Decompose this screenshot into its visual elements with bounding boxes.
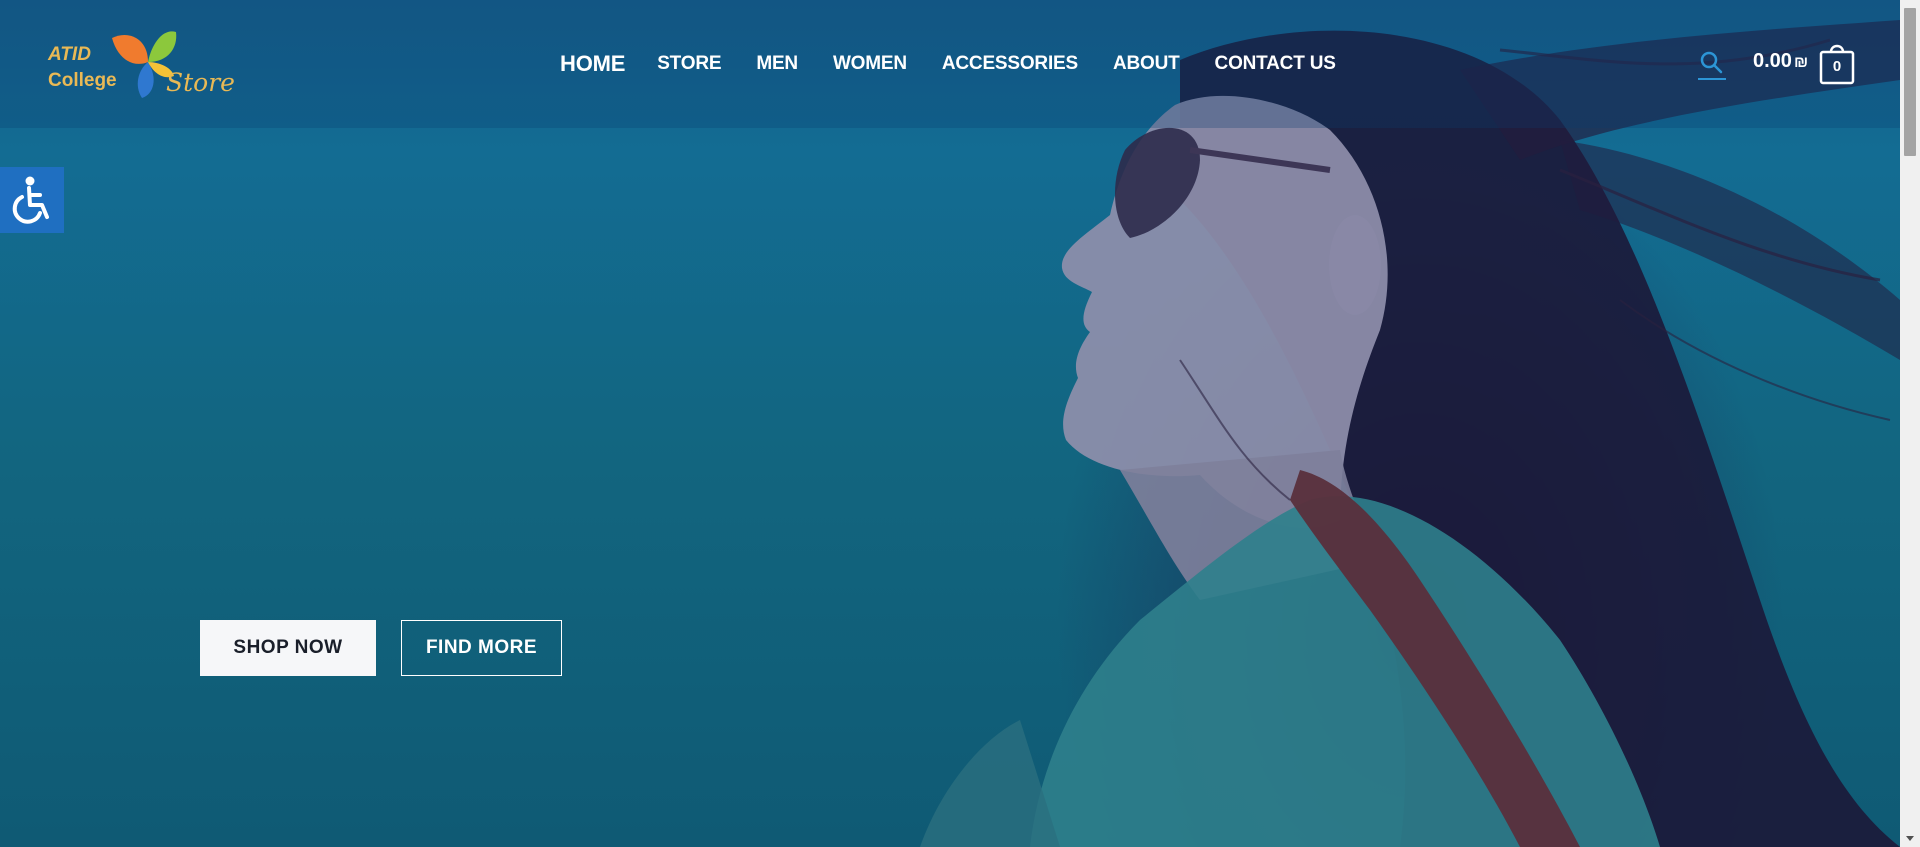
shop-now-button[interactable]: SHOP NOW	[200, 620, 376, 676]
search-underline	[1698, 78, 1726, 80]
nav-men[interactable]: MEN	[756, 53, 798, 75]
cart-total-amount: 0.00	[1753, 50, 1792, 72]
cart-count-badge: 0	[1832, 58, 1842, 75]
logo-text-college: College	[48, 70, 117, 91]
search-icon	[1700, 51, 1723, 74]
scrollbar-thumb[interactable]	[1904, 8, 1916, 156]
scroll-down-arrow-icon[interactable]	[1904, 832, 1916, 844]
nav-store[interactable]: STORE	[657, 53, 721, 75]
nav-about[interactable]: ABOUT	[1113, 53, 1180, 75]
currency-symbol: ₪	[1793, 54, 1809, 71]
nav-accessories[interactable]: ACCESSORIES	[942, 53, 1078, 75]
find-more-button[interactable]: FIND MORE	[401, 620, 562, 676]
nav-home[interactable]: HOME	[560, 51, 625, 77]
search-button[interactable]	[1696, 48, 1728, 82]
cart-total[interactable]: 0.00 ₪	[1753, 50, 1808, 73]
wheelchair-icon	[12, 176, 49, 224]
logo-text-store: Store	[166, 68, 235, 97]
accessibility-button[interactable]	[0, 167, 64, 233]
nav-women[interactable]: WOMEN	[833, 53, 907, 75]
page-scrollbar[interactable]	[1900, 0, 1920, 847]
cart-button[interactable]: 0	[1818, 42, 1856, 86]
nav-contact-us[interactable]: CONTACT US	[1215, 53, 1336, 75]
main-navigation: HOME STORE MEN WOMEN ACCESSORIES ABOUT C…	[560, 48, 1371, 80]
logo-text-atid: ATID	[48, 44, 91, 65]
site-logo[interactable]: ATID College Store	[46, 28, 246, 100]
